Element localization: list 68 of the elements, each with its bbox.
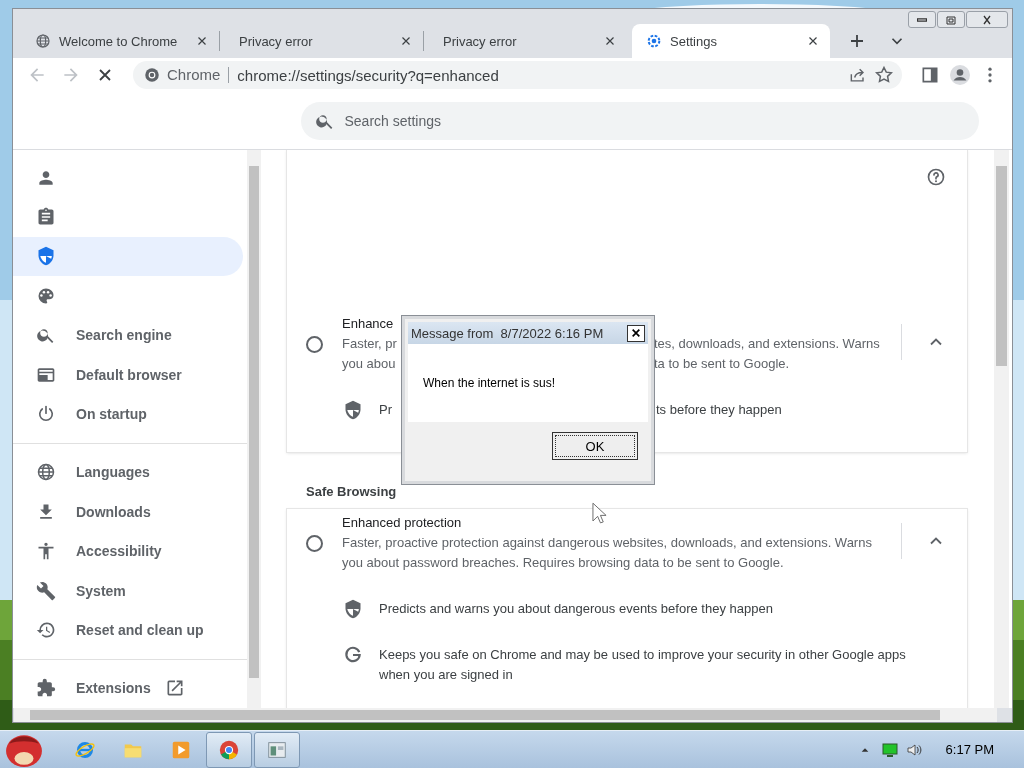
close-icon: [631, 328, 641, 338]
restore-icon: [945, 14, 957, 25]
chrome-logo-icon: [143, 66, 161, 84]
globe-icon: [35, 33, 51, 49]
g-icon: [343, 645, 363, 665]
close-icon: [981, 14, 993, 25]
taskbar-button[interactable]: [254, 731, 300, 768]
sidebar-item[interactable]: Downloads: [13, 492, 243, 532]
shield-icon: [36, 246, 56, 267]
profile-icon[interactable]: [948, 63, 972, 87]
description-fragment: tes, downloads, and extensions. Warns: [654, 335, 881, 353]
scrollbar[interactable]: [247, 150, 261, 708]
accessibility-icon: [36, 541, 56, 562]
puzzle-icon: [36, 678, 56, 699]
feature-text: Keeps you safe on Chrome and may be used to improve your security in other Google apps when you are signed in: [379, 646, 907, 684]
feature-fragment: ts before they happen: [656, 401, 782, 419]
option-title: Enhance: [342, 315, 395, 333]
settings-icon: [646, 33, 662, 49]
chrome-logo-icon: [218, 738, 240, 761]
plus-icon[interactable]: [848, 32, 866, 50]
section-heading: Safe Browsing: [305, 483, 398, 501]
sidebar-item[interactable]: System: [13, 570, 243, 611]
shield-icon: [343, 599, 363, 619]
radio-button[interactable]: [306, 535, 323, 552]
minimize-icon: [917, 17, 927, 22]
browser-tab[interactable]: Privacy error: [429, 24, 627, 58]
help-icon[interactable]: [926, 167, 946, 187]
minimize-button[interactable]: [908, 11, 936, 28]
search-field[interactable]: Search settings: [300, 101, 979, 140]
feature-fragment: Pr: [379, 401, 393, 419]
url-text: chrome://settings/security?q=enhanced: [236, 66, 499, 84]
speaker-icon[interactable]: [905, 741, 922, 758]
radio-button[interactable]: [306, 336, 323, 353]
close-button[interactable]: [966, 11, 1008, 28]
sidebar-item[interactable]: Extensions: [13, 668, 243, 708]
ok-button[interactable]: OK: [552, 432, 638, 460]
feature-text: Predicts and warns you about dangerous events before they happen: [379, 600, 774, 618]
sidebar-item[interactable]: On startup: [13, 394, 243, 434]
side-panel-icon[interactable]: [920, 65, 940, 85]
sidebar-item[interactable]: Default browser: [13, 354, 243, 395]
scrollbar[interactable]: [994, 150, 1009, 708]
sidebar-item[interactable]: Reset and clean up: [13, 610, 243, 650]
dialog-message: When the internet is sus!: [423, 376, 556, 390]
scrollbar[interactable]: [14, 708, 997, 722]
site-label: Chrome: [167, 67, 230, 83]
taskbar-button[interactable]: [206, 731, 252, 768]
description-fragment: ta to be sent to Google.: [654, 355, 791, 373]
description-fragment: you abou: [342, 355, 397, 373]
restore-button[interactable]: [937, 11, 965, 28]
sidebar-item[interactable]: Accessibility: [13, 531, 243, 571]
star-icon[interactable]: [874, 65, 894, 85]
clipboard-icon: [36, 207, 56, 228]
address-bar[interactable]: Chrome chrome://settings/security?q=enhanced: [133, 61, 902, 89]
close-button[interactable]: [627, 324, 645, 342]
option-description: Faster, proactive protection against dangerous websites, downloads, and extensions. Warns you about password breaches. Requires browsing data to be sent to Google.: [342, 534, 873, 572]
browser-tab[interactable]: Privacy error: [225, 31, 424, 51]
sidebar-item[interactable]: Languages: [13, 452, 243, 493]
wrench-icon: [36, 580, 56, 601]
clock[interactable]: 6:17 PM: [945, 742, 994, 757]
sidebar-item[interactable]: Search engine: [13, 315, 243, 355]
description-fragment: Faster, pr: [342, 335, 398, 353]
globe-icon: [36, 462, 56, 483]
option-title: Enhanced protection: [342, 514, 462, 532]
dialog-title: Message from 8/7/2022 6:16 PM: [411, 325, 605, 341]
browser-tab[interactable]: Settings: [632, 24, 830, 58]
browser-tab[interactable]: Welcome to Chrome: [21, 31, 220, 51]
network-icon[interactable]: [881, 741, 898, 758]
shield-icon: [343, 400, 363, 420]
